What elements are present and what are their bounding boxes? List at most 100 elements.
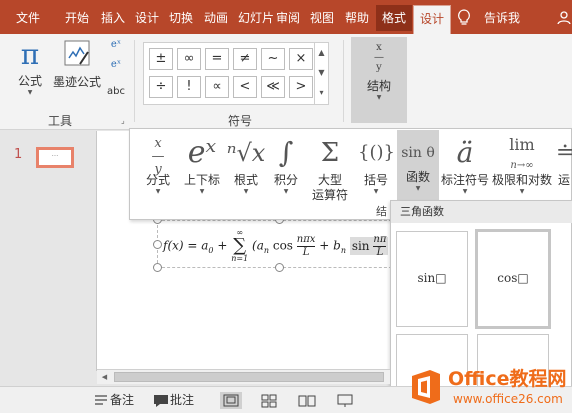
structure-limit-log-button[interactable]: lim n→∞ 极限和对数 ▼ [492, 133, 552, 203]
dialog-launcher-icon[interactable]: ⌟ [121, 116, 125, 125]
tab-help[interactable]: 帮助 [339, 7, 375, 29]
chevron-down-icon: ▼ [243, 188, 249, 195]
chevron-down-icon: ▼ [27, 89, 33, 96]
symbol-greater-than[interactable]: > [289, 76, 313, 98]
structure-button[interactable]: x — y 结构 ▼ [351, 37, 407, 123]
tab-transitions[interactable]: 切换 [163, 7, 199, 29]
tab-format[interactable]: 格式 [376, 5, 413, 31]
ribbon: π 公式 ▼ 墨迹公式 eˣ eˣ abc 工具 ⌟ ± ∞ = ≠ ~ × ÷… [0, 34, 572, 130]
structure-fraction-button[interactable]: x — y 分式 ▼ [138, 133, 178, 203]
equation-content[interactable]: f(x) = a0 + ∞ ∑ n=1 (an cos nπx L + bn s… [163, 228, 389, 264]
watermark-brand: Office教程网 [448, 368, 567, 390]
horizontal-scrollbar[interactable]: ◀ [97, 369, 390, 384]
function-icon: sin θ [401, 145, 435, 161]
tab-design[interactable]: 设计 [129, 7, 165, 29]
formula-button[interactable]: π 公式 ▼ [12, 38, 48, 108]
fraction-icon: x — y [151, 136, 165, 177]
structure-radical-button[interactable]: ⁿ√x 根式 ▼ [226, 133, 266, 203]
gallery-scroll-up-icon[interactable]: ▲ [314, 43, 328, 63]
chevron-down-icon: ▼ [199, 188, 205, 195]
resize-handle[interactable] [153, 263, 162, 272]
scroll-left-icon[interactable]: ◀ [97, 370, 112, 384]
structure-large-operator-button[interactable]: Σ 大型 运算符 [306, 133, 354, 203]
comment-icon [154, 395, 168, 407]
tab-file[interactable]: 文件 [10, 7, 46, 29]
chevron-down-icon: ▼ [376, 94, 382, 101]
comments-button[interactable]: 批注 [170, 392, 194, 409]
slideshow-icon[interactable] [334, 392, 356, 409]
structure-function-button[interactable]: sin θ 函数 ▼ [397, 130, 439, 206]
tab-view[interactable]: 视图 [304, 7, 340, 29]
chevron-down-icon: ▼ [283, 188, 289, 195]
chevron-down-icon: ▼ [462, 188, 468, 195]
ink-equation-icon [64, 40, 90, 66]
linear-format-icon[interactable]: eˣ [106, 59, 126, 79]
structure-label: 上下标 [183, 173, 220, 187]
structure-operator-button[interactable]: ≐ 运 [556, 133, 572, 203]
symbol-much-less[interactable]: ≪ [261, 76, 285, 98]
trig-cos-item[interactable]: cos□ [475, 229, 551, 329]
structure-script-button[interactable]: eˣ 上下标 ▼ [180, 133, 224, 203]
normal-view-icon[interactable] [220, 392, 242, 409]
resize-handle[interactable] [275, 263, 284, 272]
slide-sorter-icon[interactable] [258, 392, 280, 409]
eq-sub: n [340, 245, 346, 255]
tab-animations[interactable]: 动画 [198, 7, 234, 29]
gallery-scroll-down-icon[interactable]: ▼ [314, 63, 328, 83]
ink-formula-label: 墨迹公式 [52, 75, 101, 89]
eq-plus: + [217, 238, 228, 253]
tab-review[interactable]: 审阅 [270, 7, 306, 29]
radical-icon: ⁿ√x [226, 139, 266, 167]
conversion-buttons: eˣ eˣ abc [106, 39, 126, 101]
watermark: Office教程网 www.office26.com [405, 362, 572, 413]
structure-label: 大型 [317, 173, 342, 187]
tab-equation-design[interactable]: 设计 [413, 5, 452, 34]
slide-number: 1 [14, 147, 23, 162]
eq-sin: sin [351, 238, 370, 253]
symbol-not-equal[interactable]: ≠ [233, 48, 257, 70]
structure-label: 极限和对数 [492, 173, 553, 187]
reading-view-icon[interactable] [296, 392, 318, 409]
symbol-divide[interactable]: ÷ [149, 76, 173, 98]
gallery-more-icon[interactable]: ▾ [314, 83, 328, 104]
trig-sin-item[interactable]: sin□ [396, 231, 468, 327]
structure-accent-button[interactable]: ä 标注符号 ▼ [440, 133, 490, 203]
structure-integral-button[interactable]: ∫ 积分 ▼ [268, 133, 304, 203]
symbol-tilde[interactable]: ~ [261, 48, 285, 70]
symbol-plus-minus[interactable]: ± [149, 48, 173, 70]
symbol-equals[interactable]: = [205, 48, 229, 70]
limit-sub: n→∞ [510, 160, 534, 171]
symbols-gallery: ± ∞ = ≠ ~ × ÷ ! ∝ < ≪ > ▲ ▼ ▾ [143, 42, 329, 105]
structure-label: 运算符 [311, 188, 348, 202]
formula-label: 公式 [17, 74, 42, 88]
symbol-proportional[interactable]: ∝ [205, 76, 229, 98]
structure-label: 标注符号 [440, 173, 489, 187]
accent-icon: ä [456, 136, 474, 169]
person-icon[interactable] [556, 10, 572, 24]
tell-me-search[interactable]: 告诉我 [478, 7, 526, 29]
structure-label: 结构 [366, 79, 391, 93]
eq-sum-bottom: n=1 [231, 254, 249, 263]
chevron-down-icon: ▼ [373, 188, 379, 195]
structure-label: 根式 [233, 173, 258, 187]
slide-thumbnail-pane: 1 ··· [0, 131, 96, 366]
symbol-factorial[interactable]: ! [177, 76, 201, 98]
ink-formula-button[interactable]: 墨迹公式 [52, 38, 102, 108]
scroll-thumb[interactable] [114, 372, 384, 382]
eq-num: nπx [296, 233, 316, 247]
normal-text-button[interactable]: abc [106, 79, 126, 99]
tab-home[interactable]: 开始 [59, 7, 95, 29]
eq-den: L [376, 246, 384, 258]
notes-button[interactable]: 备注 [110, 392, 134, 409]
structure-label: 运 [557, 173, 570, 187]
slide-thumbnail[interactable]: ··· [36, 147, 74, 168]
structure-bracket-button[interactable]: {()} 括号 ▼ [358, 133, 395, 203]
symbol-less-than[interactable]: < [233, 76, 257, 98]
symbol-infinity[interactable]: ∞ [177, 48, 201, 70]
symbol-times[interactable]: × [289, 48, 313, 70]
tab-insert[interactable]: 插入 [95, 7, 131, 29]
limit-glyph: lim [509, 135, 535, 154]
chevron-down-icon: ▼ [415, 185, 421, 192]
resize-handle[interactable] [153, 240, 162, 249]
professional-format-icon[interactable]: eˣ [106, 39, 126, 59]
